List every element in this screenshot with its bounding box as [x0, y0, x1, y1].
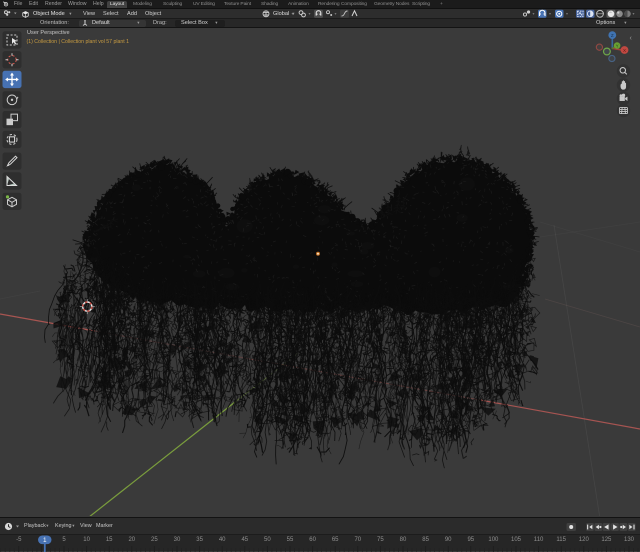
- svg-text:X: X: [623, 48, 626, 53]
- svg-text:Z: Z: [611, 33, 614, 38]
- svg-text:Y: Y: [616, 43, 619, 48]
- svg-text:‹: ‹: [630, 35, 633, 42]
- svg-text:1: 1: [43, 537, 47, 544]
